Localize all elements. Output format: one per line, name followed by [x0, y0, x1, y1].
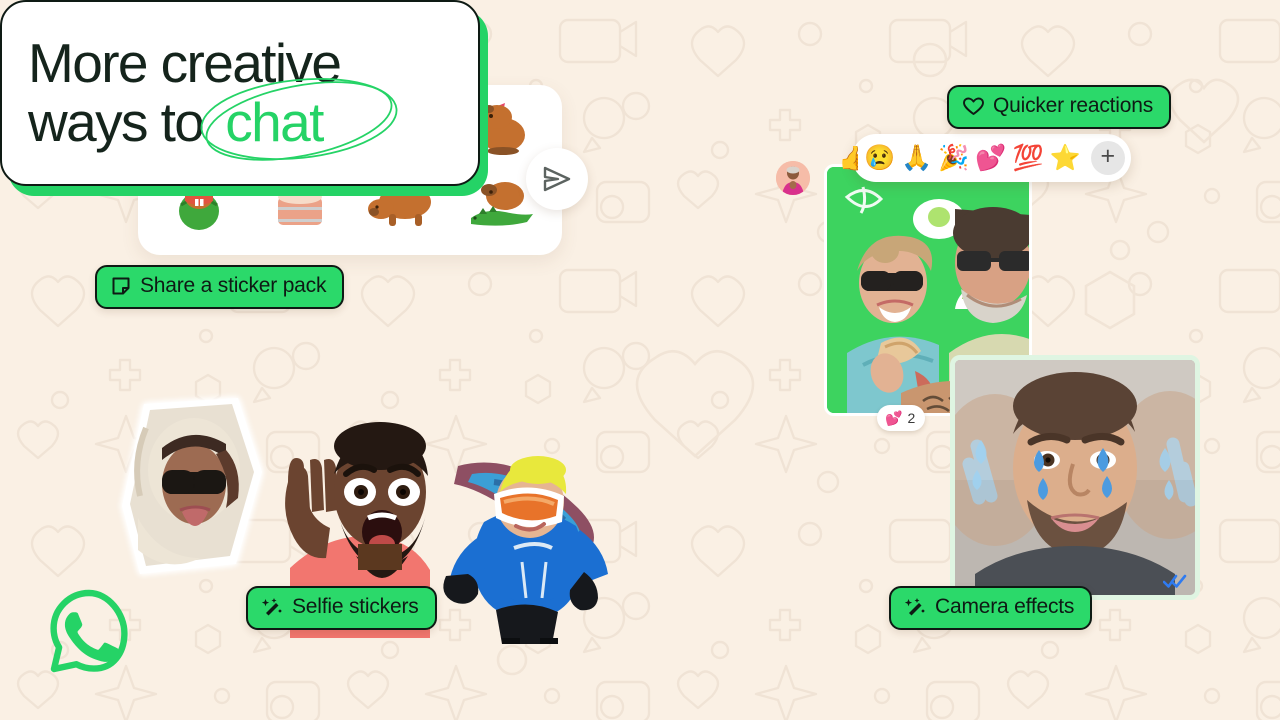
pill-label: Quicker reactions	[993, 94, 1153, 117]
selfie-sticker-hooded-sunglasses[interactable]	[120, 398, 266, 576]
camera-effects-video[interactable]	[950, 355, 1200, 600]
sticker-icon	[111, 276, 131, 296]
magic-wand-icon	[905, 597, 926, 617]
pill-quicker-reactions[interactable]: Quicker reactions	[947, 85, 1171, 129]
reaction-folded-hands[interactable]: 🙏	[901, 145, 932, 171]
camera-effects-art	[955, 360, 1195, 595]
headline-line-1: More creative	[28, 32, 342, 95]
reaction-star[interactable]: ⭐	[1050, 145, 1081, 171]
selfie-hood-art	[122, 398, 262, 574]
reaction-crying-face[interactable]: 😢	[864, 145, 895, 171]
whatsapp-logo-icon	[50, 589, 128, 673]
chat-avatar[interactable]	[776, 161, 810, 195]
reaction-hundred-points[interactable]: 💯	[1013, 145, 1044, 171]
pill-share-a-sticker-pack[interactable]: Share a sticker pack	[95, 265, 345, 309]
headline-line-2: ways to chat	[28, 77, 452, 161]
promo-canvas: 💗	[0, 0, 1280, 720]
message-reaction-chip[interactable]: 💕 2	[877, 405, 926, 431]
reaction-party-popper[interactable]: 🎉	[938, 145, 969, 171]
selfie-snowboard-art	[443, 456, 608, 644]
pill-label: Selfie stickers	[292, 595, 419, 618]
double-check-icon	[1163, 574, 1187, 588]
headline-highlight-text: chat	[225, 91, 324, 153]
reaction-thumbs-up[interactable]: 👍	[838, 146, 858, 171]
heart-outline-icon	[963, 97, 984, 116]
quick-reaction-bar[interactable]: 👍 😢 🙏 🎉 💕 💯 ⭐ +	[838, 134, 1131, 182]
headline-line-2-text: ways to	[28, 91, 205, 153]
headline-card: More creative ways to chat	[0, 0, 488, 196]
headline-card-body: More creative ways to chat	[0, 0, 480, 186]
chat-avatar-art	[776, 161, 810, 195]
pill-label: Camera effects	[935, 595, 1075, 618]
magic-wand-icon	[262, 597, 283, 617]
pill-selfie-stickers[interactable]: Selfie stickers	[246, 586, 437, 630]
more-reactions-button[interactable]: +	[1090, 141, 1125, 175]
selfie-sticker-snowboarder[interactable]	[424, 452, 632, 644]
pill-label: Share a sticker pack	[140, 274, 327, 297]
reaction-chip-emoji: 💕	[885, 409, 903, 426]
reaction-chip-count: 2	[907, 410, 916, 426]
headline-highlight-word: chat	[200, 77, 398, 161]
send-icon	[543, 166, 571, 192]
pill-camera-effects[interactable]: Camera effects	[889, 586, 1093, 630]
reaction-two-hearts[interactable]: 💕	[975, 145, 1006, 171]
send-button[interactable]	[526, 148, 588, 210]
